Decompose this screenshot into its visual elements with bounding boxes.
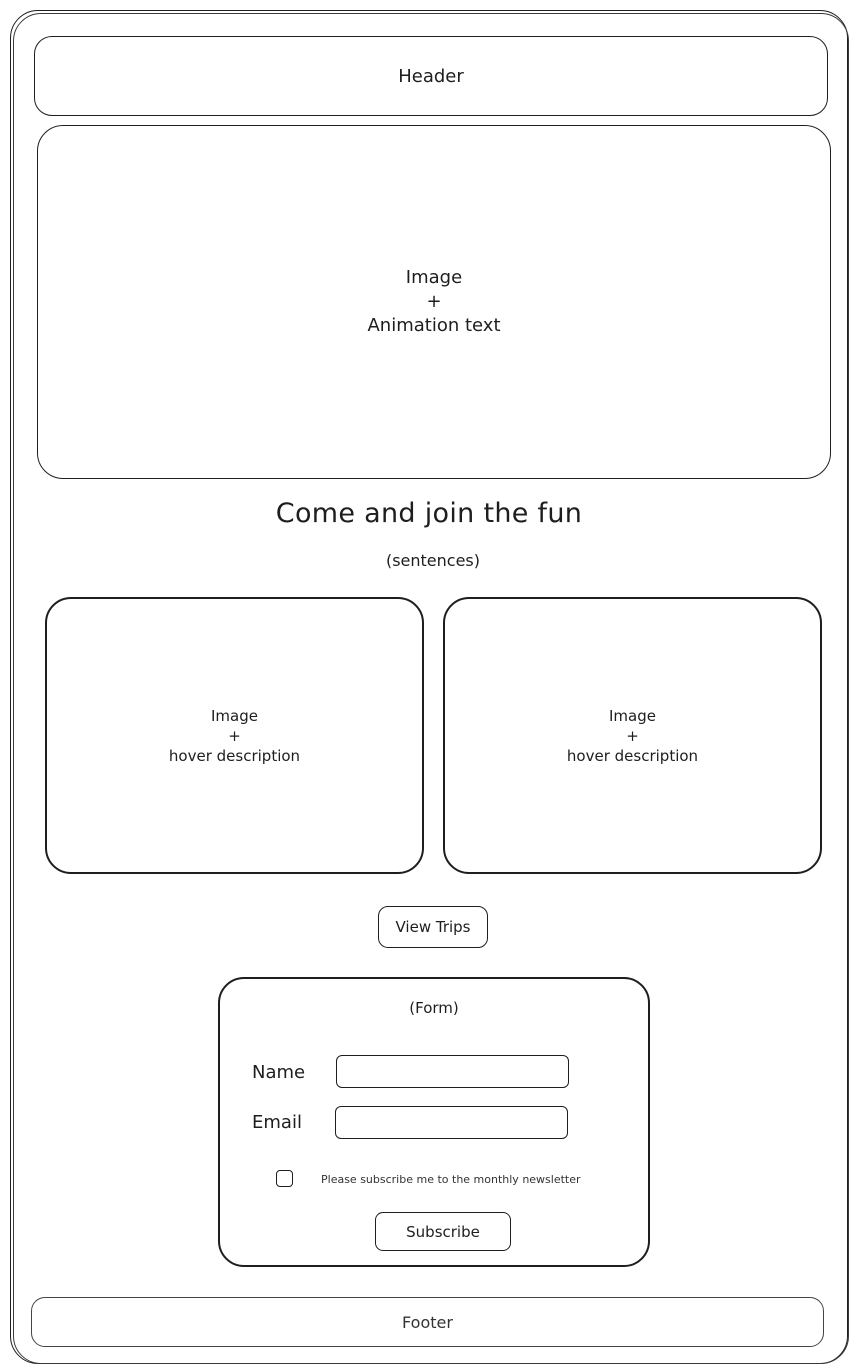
intro-subtitle: (sentences) — [385, 551, 481, 570]
card-line-description: hover description — [168, 746, 301, 765]
footer-label: Footer — [402, 1312, 453, 1332]
hero-line-plus: + — [426, 291, 442, 312]
card-line-plus: + — [626, 726, 639, 745]
view-trips-button[interactable]: View Trips — [378, 906, 488, 948]
card-text: Image + hover description — [567, 706, 698, 766]
card-line-description: hover description — [566, 746, 699, 765]
card-text: Image + hover description — [169, 706, 300, 766]
email-field[interactable] — [335, 1106, 568, 1139]
image-card-left[interactable]: Image + hover description — [45, 597, 424, 874]
footer: Footer — [31, 1297, 824, 1347]
newsletter-checkbox[interactable] — [276, 1170, 293, 1187]
header: Header — [34, 36, 828, 116]
subscribe-button[interactable]: Subscribe — [375, 1212, 511, 1251]
image-card-right[interactable]: Image + hover description — [443, 597, 822, 874]
name-field[interactable] — [336, 1055, 569, 1088]
intro-title: Come and join the fun — [275, 498, 583, 529]
header-label: Header — [398, 65, 464, 87]
email-label: Email — [252, 1112, 302, 1133]
card-line-plus: + — [228, 726, 241, 745]
form-title: (Form) — [409, 999, 459, 1017]
hero-banner: Image + Animation text — [37, 125, 831, 479]
card-line-image: Image — [211, 706, 258, 725]
card-line-image: Image — [609, 706, 656, 725]
newsletter-label: Please subscribe me to the monthly newsl… — [321, 1173, 581, 1186]
name-label: Name — [252, 1062, 306, 1083]
newsletter-form: (Form) Name Email Please subscribe me to… — [218, 977, 650, 1267]
hero-line-animation: Animation text — [367, 315, 501, 336]
hero-text: Image + Animation text — [367, 266, 500, 338]
hero-line-image: Image — [405, 267, 463, 288]
